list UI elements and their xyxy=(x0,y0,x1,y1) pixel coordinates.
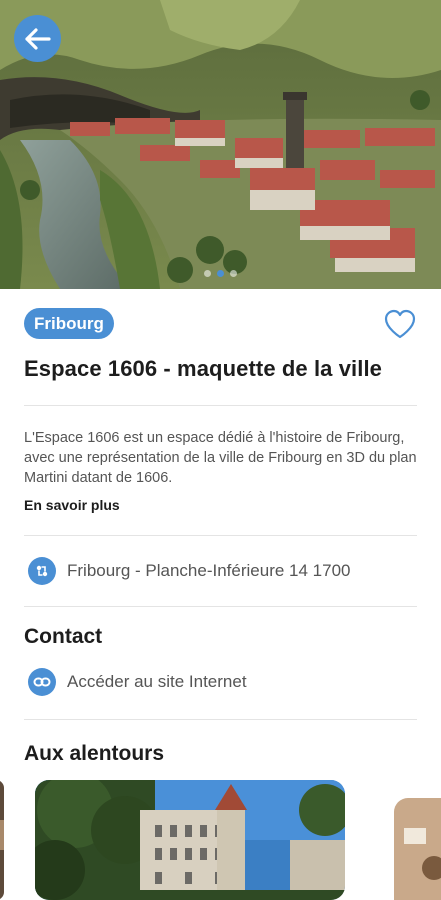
hero-photo xyxy=(0,0,441,289)
carousel-dot-active[interactable] xyxy=(217,270,224,277)
page-title: Espace 1606 - maquette de la ville xyxy=(24,356,383,381)
read-more-link[interactable]: En savoir plus xyxy=(24,497,120,513)
website-label: Accéder au site Internet xyxy=(67,672,247,691)
hero-image-carousel[interactable] xyxy=(0,0,441,289)
arrow-left-icon xyxy=(24,27,51,50)
website-link[interactable]: Accéder au site Internet xyxy=(24,665,417,699)
tag-row: Fribourg xyxy=(24,308,417,340)
contact-heading: Contact xyxy=(24,625,103,648)
description: L'Espace 1606 est un espace dédié à l'hi… xyxy=(24,430,417,486)
back-button[interactable] xyxy=(14,15,61,62)
address-row[interactable]: Fribourg - Planche-Inférieure 14 1700 xyxy=(24,536,417,606)
carousel-indicator xyxy=(0,270,441,277)
heart-outline-icon[interactable] xyxy=(383,308,417,340)
nearby-card-next[interactable] xyxy=(394,798,441,900)
place-details: Fribourg Espace 1606 - maquette de la vi… xyxy=(24,289,417,766)
address-text: Fribourg - Planche-Inférieure 14 1700 xyxy=(67,561,351,580)
divider xyxy=(24,405,417,406)
nearby-photo xyxy=(0,780,4,900)
link-icon xyxy=(28,668,56,696)
divider xyxy=(24,606,417,607)
divider xyxy=(24,719,417,720)
nearby-photo xyxy=(394,798,441,900)
location-icon xyxy=(28,557,56,585)
nearby-photo xyxy=(35,780,345,900)
city-tag[interactable]: Fribourg xyxy=(24,308,114,339)
nearby-carousel[interactable] xyxy=(0,780,441,900)
nearby-heading: Aux alentours xyxy=(24,742,165,765)
nearby-card[interactable] xyxy=(35,780,345,900)
carousel-dot[interactable] xyxy=(204,270,211,277)
carousel-dot[interactable] xyxy=(230,270,237,277)
nearby-card-previous[interactable] xyxy=(0,780,4,900)
